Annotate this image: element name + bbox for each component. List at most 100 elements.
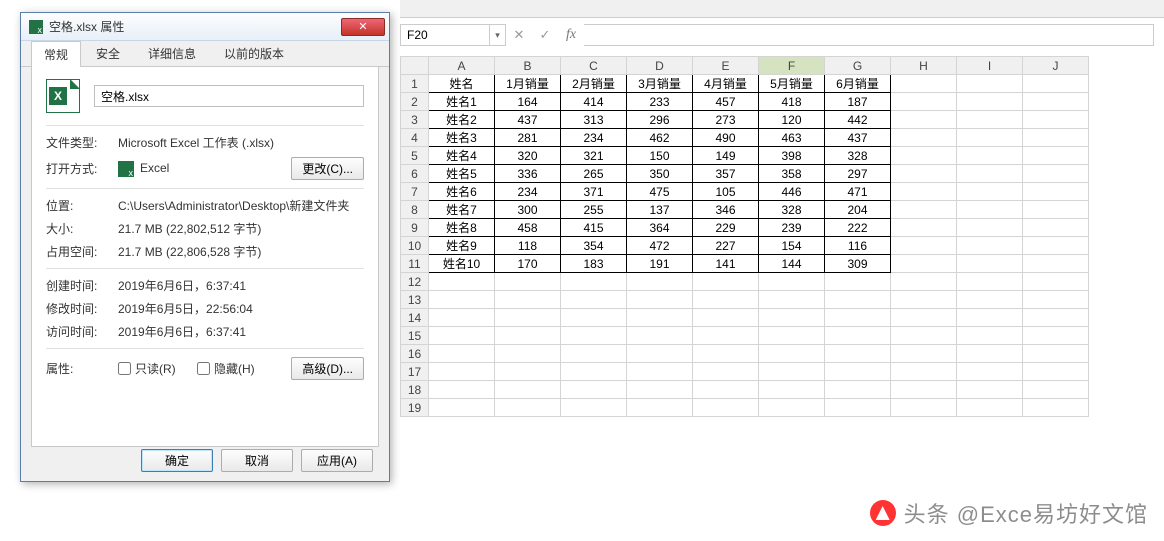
row-header-3[interactable]: 3: [401, 111, 429, 129]
fx-icon[interactable]: fx: [558, 24, 584, 46]
cell-F16[interactable]: [759, 345, 825, 363]
cell-G16[interactable]: [825, 345, 891, 363]
row-header-13[interactable]: 13: [401, 291, 429, 309]
cell-I12[interactable]: [957, 273, 1023, 291]
dialog-titlebar[interactable]: 空格.xlsx 属性 ✕: [21, 13, 389, 41]
cell-H11[interactable]: [891, 255, 957, 273]
cell-C18[interactable]: [561, 381, 627, 399]
select-all-corner[interactable]: [401, 57, 429, 75]
cell-J12[interactable]: [1023, 273, 1089, 291]
cell-A7[interactable]: 姓名6: [429, 183, 495, 201]
row-header-19[interactable]: 19: [401, 399, 429, 417]
cell-F18[interactable]: [759, 381, 825, 399]
cell-J2[interactable]: [1023, 93, 1089, 111]
col-header-C[interactable]: C: [561, 57, 627, 75]
cell-H15[interactable]: [891, 327, 957, 345]
cell-I8[interactable]: [957, 201, 1023, 219]
cell-D1[interactable]: 3月销量: [627, 75, 693, 93]
cell-H10[interactable]: [891, 237, 957, 255]
cell-A14[interactable]: [429, 309, 495, 327]
cell-A2[interactable]: 姓名1: [429, 93, 495, 111]
cell-B3[interactable]: 437: [495, 111, 561, 129]
cell-J5[interactable]: [1023, 147, 1089, 165]
row-header-14[interactable]: 14: [401, 309, 429, 327]
cell-E15[interactable]: [693, 327, 759, 345]
row-header-7[interactable]: 7: [401, 183, 429, 201]
cell-F4[interactable]: 463: [759, 129, 825, 147]
cell-E7[interactable]: 105: [693, 183, 759, 201]
cell-G19[interactable]: [825, 399, 891, 417]
tab-以前的版本[interactable]: 以前的版本: [211, 40, 297, 66]
tab-常规[interactable]: 常规: [31, 41, 81, 67]
cell-C7[interactable]: 371: [561, 183, 627, 201]
cell-F13[interactable]: [759, 291, 825, 309]
spreadsheet-grid[interactable]: ABCDEFGHIJ1姓名1月销量2月销量3月销量4月销量5月销量6月销量2姓名…: [400, 56, 1164, 541]
cell-A16[interactable]: [429, 345, 495, 363]
cell-A3[interactable]: 姓名2: [429, 111, 495, 129]
cell-A13[interactable]: [429, 291, 495, 309]
cell-J6[interactable]: [1023, 165, 1089, 183]
enter-formula-icon[interactable]: ✓: [532, 24, 558, 46]
row-header-6[interactable]: 6: [401, 165, 429, 183]
cell-I18[interactable]: [957, 381, 1023, 399]
cell-H13[interactable]: [891, 291, 957, 309]
cell-H19[interactable]: [891, 399, 957, 417]
cell-E17[interactable]: [693, 363, 759, 381]
cell-B11[interactable]: 170: [495, 255, 561, 273]
col-header-H[interactable]: H: [891, 57, 957, 75]
cell-B18[interactable]: [495, 381, 561, 399]
cell-C10[interactable]: 354: [561, 237, 627, 255]
cell-D18[interactable]: [627, 381, 693, 399]
tab-安全[interactable]: 安全: [83, 40, 133, 66]
cancel-formula-icon[interactable]: ✕: [506, 24, 532, 46]
cell-I7[interactable]: [957, 183, 1023, 201]
cell-E13[interactable]: [693, 291, 759, 309]
cell-E6[interactable]: 357: [693, 165, 759, 183]
cell-H18[interactable]: [891, 381, 957, 399]
name-box-dropdown[interactable]: ▾: [490, 24, 506, 46]
cell-I17[interactable]: [957, 363, 1023, 381]
cell-H4[interactable]: [891, 129, 957, 147]
cell-E9[interactable]: 229: [693, 219, 759, 237]
cell-I1[interactable]: [957, 75, 1023, 93]
cell-G10[interactable]: 116: [825, 237, 891, 255]
cell-F19[interactable]: [759, 399, 825, 417]
cell-G17[interactable]: [825, 363, 891, 381]
cell-A15[interactable]: [429, 327, 495, 345]
cell-H8[interactable]: [891, 201, 957, 219]
cell-F14[interactable]: [759, 309, 825, 327]
cell-B2[interactable]: 164: [495, 93, 561, 111]
cell-E19[interactable]: [693, 399, 759, 417]
cell-F10[interactable]: 154: [759, 237, 825, 255]
cell-G9[interactable]: 222: [825, 219, 891, 237]
cell-A6[interactable]: 姓名5: [429, 165, 495, 183]
cell-I4[interactable]: [957, 129, 1023, 147]
cell-H9[interactable]: [891, 219, 957, 237]
col-header-F[interactable]: F: [759, 57, 825, 75]
col-header-D[interactable]: D: [627, 57, 693, 75]
cell-C4[interactable]: 234: [561, 129, 627, 147]
row-header-4[interactable]: 4: [401, 129, 429, 147]
cell-D16[interactable]: [627, 345, 693, 363]
cell-E4[interactable]: 490: [693, 129, 759, 147]
cell-A12[interactable]: [429, 273, 495, 291]
cell-B15[interactable]: [495, 327, 561, 345]
cell-E11[interactable]: 141: [693, 255, 759, 273]
ok-button[interactable]: 确定: [141, 449, 213, 472]
cell-G18[interactable]: [825, 381, 891, 399]
cell-F9[interactable]: 239: [759, 219, 825, 237]
row-header-2[interactable]: 2: [401, 93, 429, 111]
cell-F7[interactable]: 446: [759, 183, 825, 201]
cell-I3[interactable]: [957, 111, 1023, 129]
cell-G13[interactable]: [825, 291, 891, 309]
cell-A19[interactable]: [429, 399, 495, 417]
cell-D7[interactable]: 475: [627, 183, 693, 201]
cell-A8[interactable]: 姓名7: [429, 201, 495, 219]
cell-H17[interactable]: [891, 363, 957, 381]
tab-详细信息[interactable]: 详细信息: [135, 40, 209, 66]
change-open-with-button[interactable]: 更改(C)...: [291, 157, 364, 180]
cell-G7[interactable]: 471: [825, 183, 891, 201]
cell-I6[interactable]: [957, 165, 1023, 183]
cell-G5[interactable]: 328: [825, 147, 891, 165]
cell-D14[interactable]: [627, 309, 693, 327]
